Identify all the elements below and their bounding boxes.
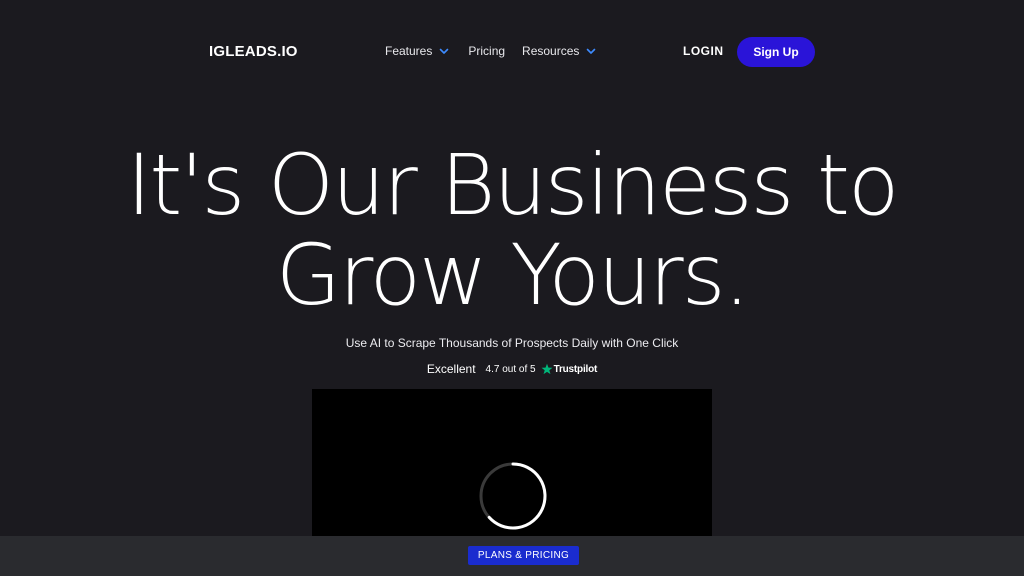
main-nav: Features Pricing Resources xyxy=(385,44,597,58)
rating-word: Excellent xyxy=(426,362,476,376)
rating-score: 4.7 out of 5 xyxy=(485,363,536,375)
hero-title: It's Our Business to Grow Yours. xyxy=(0,140,1024,320)
nav-resources[interactable]: Resources xyxy=(522,44,597,58)
signup-button[interactable]: Sign Up xyxy=(737,37,815,67)
login-link[interactable]: LOGIN xyxy=(683,44,724,58)
trustpilot-rating[interactable]: Excellent 4.7 out of 5 Trustpilot xyxy=(0,362,1024,376)
hero-title-line-1: It's Our Business to xyxy=(126,136,900,234)
site-header: IGLEADS.IO Features Pricing Resources LO… xyxy=(0,0,1024,104)
bottom-cta-bar: PLANS & PRICING xyxy=(0,536,1024,576)
plans-pricing-button[interactable]: PLANS & PRICING xyxy=(468,546,579,565)
trustpilot-brand: Trustpilot xyxy=(553,363,598,375)
chevron-down-icon xyxy=(438,45,450,57)
star-icon xyxy=(541,363,553,375)
landing-page: IGLEADS.IO Features Pricing Resources LO… xyxy=(0,0,1024,576)
hero-subtitle: Use AI to Scrape Thousands of Prospects … xyxy=(345,336,679,350)
site-logo[interactable]: IGLEADS.IO xyxy=(209,43,298,60)
nav-features[interactable]: Features xyxy=(385,44,450,58)
spinner-icon xyxy=(477,460,549,532)
nav-pricing[interactable]: Pricing xyxy=(468,44,505,58)
chevron-down-icon xyxy=(585,45,597,57)
nav-resources-label: Resources xyxy=(522,44,580,58)
nav-pricing-label: Pricing xyxy=(468,44,506,58)
hero-title-line-2: Grow Yours. xyxy=(275,226,750,324)
nav-features-label: Features xyxy=(385,44,433,58)
promo-video[interactable] xyxy=(312,389,712,539)
